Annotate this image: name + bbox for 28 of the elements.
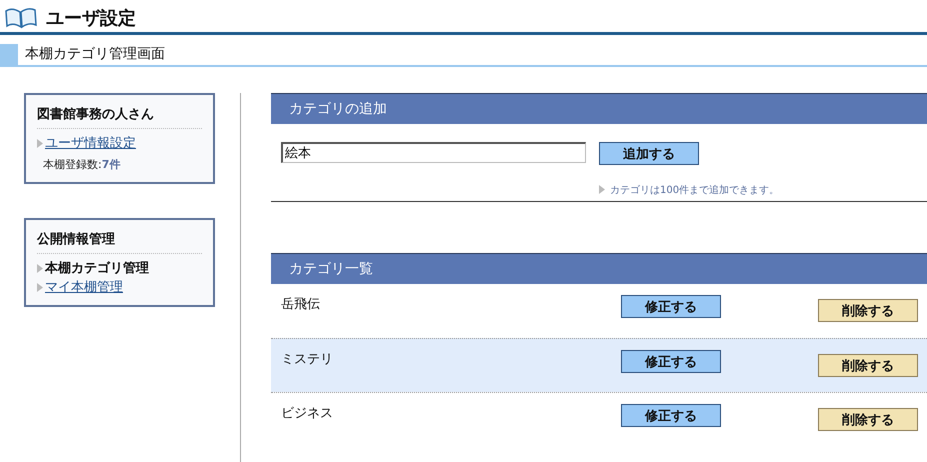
delete-button[interactable]: 削除する (818, 354, 918, 377)
category-name: ミステリ (281, 351, 334, 368)
edit-button[interactable]: 修正する (621, 404, 721, 427)
section-title: 本棚カテゴリ管理画面 (25, 45, 165, 64)
book-icon (4, 7, 38, 29)
edit-button[interactable]: 修正する (621, 295, 721, 318)
triangle-icon (599, 185, 605, 194)
category-name: ビジネス (281, 405, 334, 422)
edit-button[interactable]: 修正する (621, 350, 721, 373)
delete-button[interactable]: 削除する (818, 408, 918, 431)
triangle-icon (37, 139, 43, 148)
category-name: 岳飛伝 (281, 296, 321, 313)
count-value: 7件 (102, 157, 120, 173)
nav-link[interactable]: マイ本棚管理 (45, 278, 123, 297)
section-header: カテゴリ一覧 (271, 253, 927, 284)
delete-button[interactable]: 削除する (818, 299, 918, 322)
triangle-icon (37, 264, 43, 273)
triangle-icon (37, 283, 43, 292)
limit-note: カテゴリは100件まで追加できます。 (610, 184, 780, 197)
category-input[interactable]: 絵本 (281, 142, 586, 163)
section-header: カテゴリの追加 (271, 93, 927, 124)
user-settings-link[interactable]: ユーザ情報設定 (45, 134, 136, 153)
panel-title: 公開情報管理 (37, 230, 202, 254)
add-button[interactable]: 追加する (599, 142, 699, 165)
nav-item[interactable]: 本棚カテゴリ管理 (45, 259, 149, 278)
page-title: ユーザ設定 (46, 7, 136, 30)
user-name: 図書館事務の人さん (37, 105, 202, 129)
count-label: 本棚登録数: (43, 157, 102, 173)
